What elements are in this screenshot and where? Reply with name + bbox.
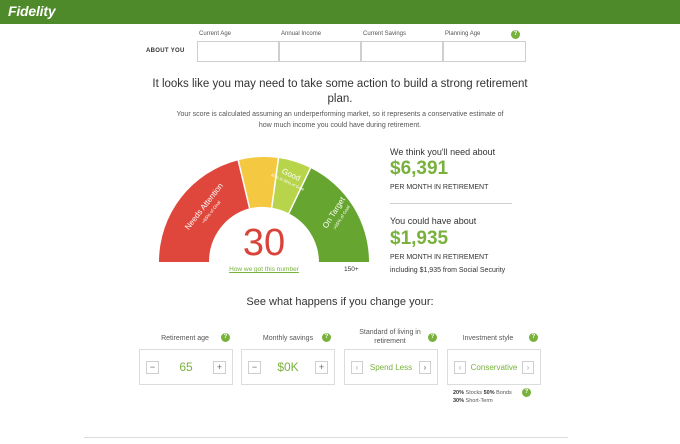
bottom-divider (84, 437, 568, 438)
investment-style-help-icon[interactable]: ? (529, 333, 538, 342)
short-term-pct: 30% (453, 398, 465, 404)
current-savings-label: Current Savings (363, 31, 407, 37)
retirement-age-label: Retirement age (161, 335, 209, 342)
current-savings-input[interactable] (361, 41, 443, 62)
have-unit: PER MONTH IN RETIREMENT (390, 254, 489, 261)
monthly-savings-label: Monthly savings (262, 335, 314, 342)
have-intro: You could have about (390, 216, 477, 226)
score-explanation: Your score is calculated assuming an und… (176, 111, 504, 129)
bonds-pct: 50% (483, 390, 495, 396)
results-divider (390, 203, 512, 204)
investment-style-label: Investment style (462, 335, 514, 342)
short-term-label: Short-Term (465, 398, 493, 404)
top-bar: Fidelity (0, 0, 680, 24)
fidelity-logo[interactable]: Fidelity (8, 3, 56, 19)
investment-style-next-button[interactable]: › (522, 361, 534, 374)
monthly-savings-value: $0K (277, 360, 299, 374)
allocation-help-icon[interactable]: ? (522, 388, 531, 397)
change-title: See what happens if you change your: (246, 296, 434, 308)
stocks-pct: 20% (453, 390, 465, 396)
planning-age-input[interactable] (443, 41, 526, 62)
bonds-label: Bonds (496, 390, 512, 396)
retirement-age-value: 65 (179, 360, 193, 374)
investment-style-control: ‹ Conservative › (447, 349, 541, 385)
retirement-age-help-icon[interactable]: ? (221, 333, 230, 342)
annual-income-input[interactable] (279, 41, 361, 62)
headline: It looks like you may need to take some … (152, 78, 528, 105)
planning-age-help-icon[interactable]: ? (511, 30, 520, 39)
standard-of-living-help-icon[interactable]: ? (428, 333, 437, 342)
gauge-max-label: 150+ (344, 266, 359, 273)
social-security-note: including $1,935 from Social Security (390, 267, 506, 274)
monthly-savings-increase-button[interactable]: + (315, 361, 328, 374)
stocks-label: Stocks (465, 390, 483, 396)
investment-allocation: 20% Stocks 50% Bonds 30% Short-Term (453, 389, 512, 405)
need-unit: PER MONTH IN RETIREMENT (390, 184, 489, 191)
monthly-savings-control: − $0K + (241, 349, 335, 385)
standard-of-living-label: Standard of living in retirement (359, 329, 421, 345)
need-intro: We think you'll need about (390, 147, 496, 157)
current-age-input[interactable] (197, 41, 279, 62)
how-we-got-this-number-link[interactable]: How we got this number (204, 266, 324, 273)
current-age-label: Current Age (199, 31, 232, 37)
investment-style-value: Conservative (470, 363, 518, 372)
annual-income-label: Annual Income (281, 31, 322, 37)
standard-of-living-next-button[interactable]: › (419, 361, 431, 374)
planning-age-label: Planning Age (445, 31, 481, 37)
standard-of-living-value: Spend Less (369, 363, 413, 372)
need-amount: $6,391 (390, 158, 449, 179)
about-you-label: ABOUT YOU (146, 48, 185, 54)
retirement-age-control: − 65 + (139, 349, 233, 385)
have-amount: $1,935 (390, 228, 449, 249)
retirement-score: 30 (242, 222, 286, 264)
retirement-age-increase-button[interactable]: + (213, 361, 226, 374)
monthly-savings-help-icon[interactable]: ? (322, 333, 331, 342)
standard-of-living-control: ‹ Spend Less › (344, 349, 438, 385)
